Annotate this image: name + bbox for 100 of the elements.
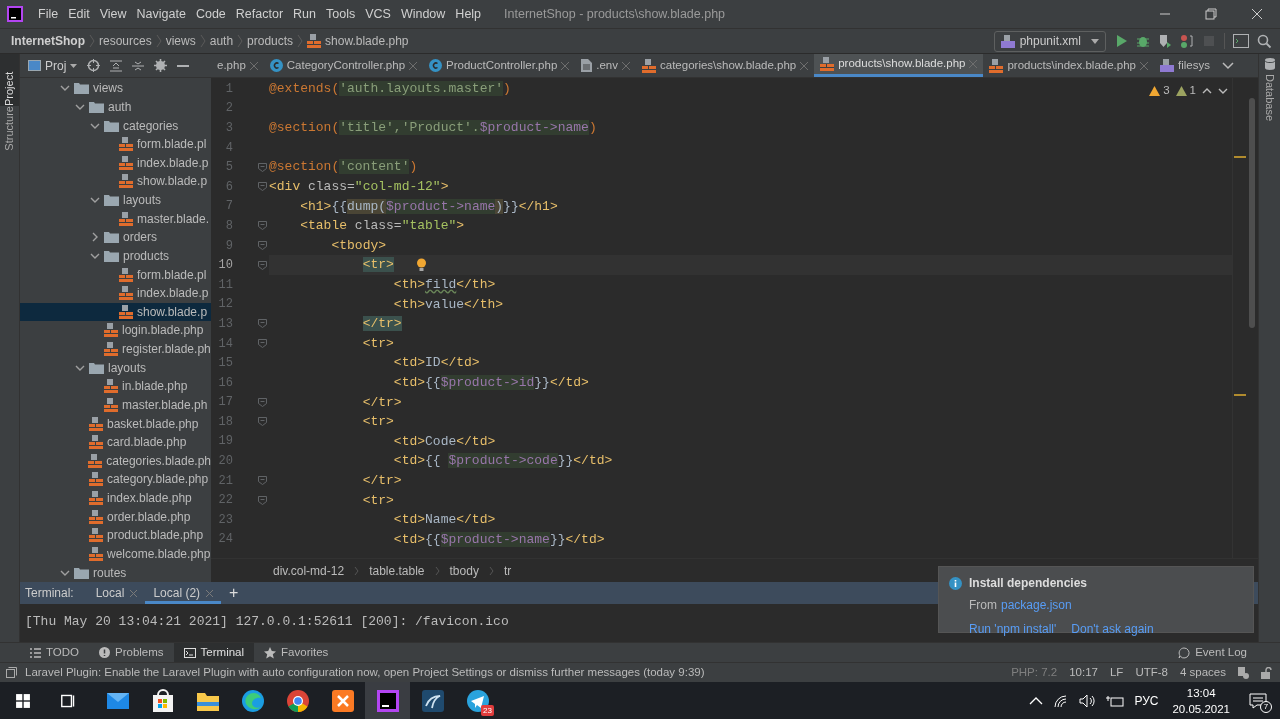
tree-folder[interactable]: layouts [20, 190, 211, 210]
menu-item[interactable]: File [33, 4, 64, 24]
editor-tab[interactable]: ProductController.php [423, 54, 576, 77]
breadcrumb[interactable]: table.table [369, 561, 425, 580]
clock[interactable]: 13:04 20.05.2021 [1172, 684, 1230, 717]
new-tab-button[interactable]: + [229, 581, 239, 605]
project-view-dropdown[interactable]: Proj [28, 56, 78, 75]
fold-icon[interactable] [258, 162, 267, 172]
fold-icon[interactable] [258, 495, 267, 505]
tree-folder[interactable]: auth [20, 97, 211, 117]
menu-item[interactable]: Edit [63, 4, 95, 24]
fold-icon[interactable] [258, 221, 267, 231]
fold-icon[interactable] [258, 260, 267, 270]
editor-tab[interactable]: products\index.blade.php [983, 54, 1154, 77]
menu-item[interactable]: Navigate [131, 4, 191, 24]
side-tool-tab[interactable]: Database [1261, 74, 1278, 122]
tree-file[interactable]: basket.blade.php [20, 414, 211, 433]
search-icon[interactable] [1257, 33, 1272, 49]
warning-stripe-mark[interactable] [1233, 394, 1246, 396]
lock-icon[interactable] [1261, 666, 1272, 679]
panel-icon[interactable] [6, 667, 17, 678]
breadcrumb[interactable]: products [247, 32, 294, 50]
tree-folder[interactable]: layouts [20, 358, 211, 377]
status-item[interactable]: 10:17 [1069, 663, 1098, 682]
tree-file[interactable]: show.blade.p [20, 172, 211, 191]
action-link[interactable]: Don't ask again [1071, 620, 1154, 638]
breadcrumb[interactable]: views [165, 32, 196, 50]
tool-window-button[interactable]: TODO [20, 643, 89, 662]
expand-all-icon[interactable] [110, 59, 123, 72]
warning-stripe-mark[interactable] [1233, 156, 1246, 158]
tree-file[interactable]: register.blade.ph [20, 339, 211, 359]
breadcrumb[interactable]: InternetShop [11, 32, 85, 50]
tree-file[interactable]: login.blade.php [20, 321, 211, 340]
run-config-dropdown[interactable]: phpunit.xml [993, 30, 1106, 52]
tree-file[interactable]: show.blade.p [20, 302, 211, 322]
browser-icon[interactable] [284, 687, 311, 714]
warning-count[interactable]: 3 [1149, 82, 1170, 100]
fold-icon[interactable] [258, 397, 267, 407]
windows-start-icon[interactable] [13, 691, 32, 710]
fold-icon[interactable] [258, 319, 267, 329]
chevron-right-icon[interactable] [90, 232, 100, 243]
shield-play-icon[interactable] [1158, 34, 1172, 48]
scrollbar[interactable] [1249, 98, 1255, 328]
tree-file[interactable]: form.blade.pl [20, 265, 211, 284]
breadcrumb[interactable]: tbody [449, 561, 479, 580]
tree-file[interactable]: master.blade.ph [20, 395, 211, 415]
status-item[interactable]: 4 spaces [1179, 663, 1226, 682]
fold-icon[interactable] [258, 417, 267, 427]
notification-center-icon[interactable] [1249, 692, 1267, 709]
taskbar-app[interactable]: 23 [455, 682, 500, 719]
tree-folder[interactable]: views [20, 79, 211, 98]
fold-icon[interactable] [258, 241, 267, 251]
editor-tab[interactable]: e.php [211, 54, 264, 77]
paper-plane-icon[interactable] [464, 687, 491, 714]
tree-file[interactable]: order.blade.php [20, 507, 211, 526]
tool-window-button[interactable]: Favorites [254, 643, 339, 662]
editor-tab[interactable]: products\show.blade.php [814, 54, 984, 77]
tree-file[interactable]: index.blade.p [20, 283, 211, 303]
tree-file[interactable]: master.blade. [20, 209, 211, 228]
chevron-up-icon[interactable] [1202, 86, 1212, 95]
language-indicator[interactable]: РУС [1134, 691, 1159, 710]
tool-window-button[interactable]: Problems [89, 643, 174, 662]
terminal-tab[interactable]: Local [87, 582, 146, 604]
menu-item[interactable]: Window [395, 4, 451, 24]
run-icon[interactable] [1114, 34, 1128, 48]
tree-file[interactable]: form.blade.pl [20, 134, 211, 154]
tree-folder[interactable]: routes [20, 563, 211, 582]
tree-file[interactable]: category.blade.php [20, 470, 211, 489]
tree-file[interactable]: in.blade.php [20, 377, 211, 396]
menu-item[interactable]: VCS [360, 4, 396, 24]
breadcrumb[interactable]: tr [503, 561, 512, 580]
editor-tab[interactable]: CategoryController.php [263, 54, 424, 77]
editor-tab[interactable]: filesys [1153, 54, 1216, 77]
status-item[interactable]: LF [1109, 663, 1124, 682]
weak-warning-count[interactable]: 1 [1175, 82, 1196, 100]
browser-icon[interactable] [239, 687, 266, 714]
menu-item[interactable]: Refactor [230, 4, 289, 24]
target-icon[interactable] [87, 59, 101, 72]
tree-file[interactable]: index.blade.php [20, 488, 211, 508]
menu-item[interactable]: Code [190, 4, 231, 24]
tree-folder[interactable]: products [20, 246, 211, 266]
side-tool-tab[interactable]: Project [0, 54, 19, 106]
menu-item[interactable]: View [94, 4, 132, 24]
fold-icon[interactable] [258, 339, 267, 348]
dolphin-icon[interactable] [419, 687, 446, 714]
tree-folder[interactable]: orders [20, 228, 211, 247]
speaker-icon[interactable] [1079, 693, 1097, 708]
collapse-all-icon[interactable] [132, 59, 145, 72]
lightbulb-icon[interactable] [415, 258, 427, 273]
action-link[interactable]: Run 'npm install' [969, 620, 1057, 638]
fold-icon[interactable] [258, 182, 267, 192]
menu-item[interactable]: Help [450, 4, 487, 24]
tree-file[interactable]: index.blade.p [20, 153, 211, 173]
terminal-window-icon[interactable] [1233, 34, 1249, 48]
side-tool-tab[interactable]: Structure [0, 106, 19, 151]
editor-tab[interactable]: .env [575, 54, 637, 77]
breadcrumb[interactable]: show.blade.php [325, 32, 409, 50]
fold-icon[interactable] [258, 476, 267, 486]
tool-window-button[interactable]: Terminal [173, 643, 255, 662]
bug-icon[interactable] [1136, 34, 1150, 48]
